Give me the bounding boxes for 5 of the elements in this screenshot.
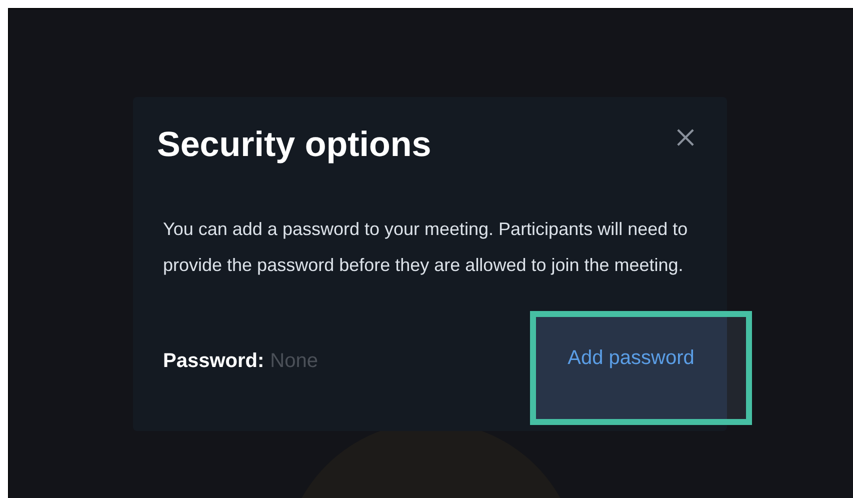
dialog-title: Security options	[157, 125, 432, 165]
close-icon[interactable]	[676, 128, 695, 147]
description-text: You can add a password to your meeting. Participants will need to provide the password before they are allowed to join the meeting.	[163, 218, 688, 277]
add-password-button[interactable]: Add password	[535, 316, 727, 419]
password-label: Password:	[163, 350, 264, 373]
